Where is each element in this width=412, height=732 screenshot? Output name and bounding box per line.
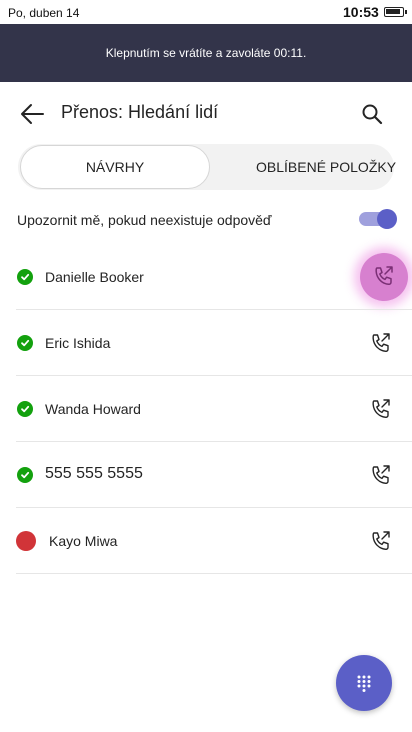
contact-row-phone-number[interactable]: 555 555 5555 [0,442,412,508]
presence-available-icon [17,269,33,285]
transfer-call-button[interactable] [364,327,398,361]
phone-transfer-icon [372,399,390,419]
header: Přenos: Hledání lidí [0,90,412,136]
search-button[interactable] [356,98,388,130]
contact-row-kayo-miwa[interactable]: Kayo Miwa [0,508,412,574]
notify-label: Upozornit mě, pokud neexistuje odpověď [17,212,272,228]
back-button[interactable] [16,98,48,130]
status-bar: Po, duben 14 10:53 [0,0,412,24]
toggle-knob [377,209,397,229]
contact-list: Danielle Booker Eric Ishida Wanda Howard [0,244,412,574]
notify-row: Upozornit mě, pokud neexistuje odpověď [0,204,412,236]
presence-available-icon [17,335,33,351]
contact-name: Eric Ishida [45,335,111,351]
phone-transfer-icon [372,465,390,485]
contact-name: Wanda Howard [45,401,141,417]
tab-bar: NÁVRHY OBLÍBENÉ POLOŽKY [18,144,396,190]
presence-busy-icon [16,531,36,551]
transfer-call-button[interactable] [364,459,398,493]
banner-text: Klepnutím se vrátíte a zavoláte 00:11. [105,46,307,60]
status-time: 10:53 [343,4,379,20]
contact-row-danielle-booker[interactable]: Danielle Booker [0,244,412,310]
page-title: Přenos: Hledání lidí [61,102,219,122]
presence-available-icon [17,467,33,483]
contact-row-eric-ishida[interactable]: Eric Ishida [0,310,412,376]
phone-transfer-icon [372,333,390,353]
transfer-call-button[interactable] [360,253,408,301]
transfer-call-button[interactable] [364,393,398,427]
contact-name: Danielle Booker [45,269,144,285]
tab-suggestions[interactable]: NÁVRHY [20,145,210,189]
contact-name: Kayo Miwa [49,533,118,549]
notify-toggle[interactable] [359,209,397,229]
battery-icon [384,7,407,17]
return-to-call-banner[interactable]: Klepnutím se vrátíte a zavoláte 00:11. [0,24,412,82]
tab-favorites[interactable]: OBLÍBENÉ POLOŽKY [256,144,406,190]
dialpad-button[interactable] [336,655,392,711]
search-icon [362,104,383,125]
tab-suggestions-label: NÁVRHY [85,159,145,175]
contact-name: 555 555 5555 [45,465,143,482]
dialpad-icon [357,675,371,692]
phone-transfer-icon [372,531,390,551]
arrow-left-icon [21,104,44,124]
transfer-call-button[interactable] [364,525,398,559]
phone-transfer-icon [375,266,393,286]
presence-available-icon [17,401,33,417]
tab-favorites-label: OBLÍBENÉ POLOŽKY [256,159,397,175]
status-date: Po, duben 14 [8,6,80,20]
contact-row-wanda-howard[interactable]: Wanda Howard [0,376,412,442]
